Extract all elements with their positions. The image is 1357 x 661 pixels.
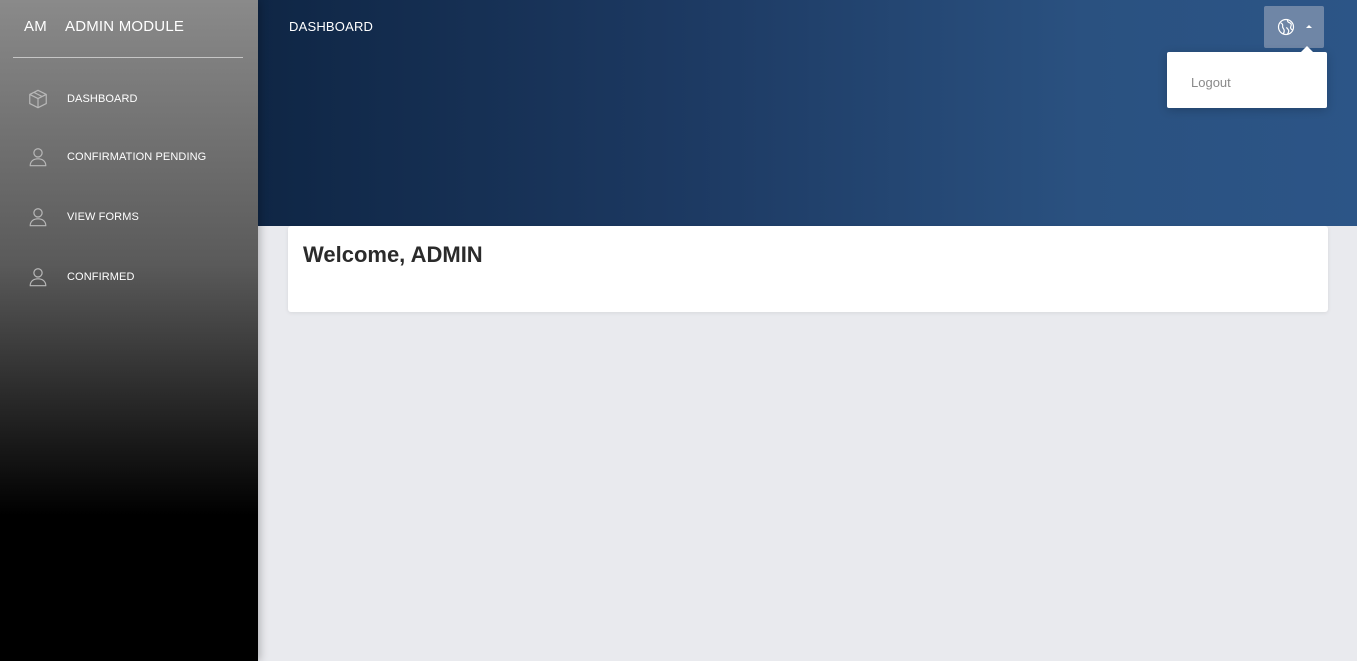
sidebar-item-view-forms[interactable]: VIEW FORMS (15, 193, 245, 243)
globe-icon (1277, 18, 1295, 36)
user-dropdown-menu: Logout (1167, 46, 1327, 108)
sidebar-item-label: CONFIRMATION PENDING (67, 151, 207, 163)
sidebar-item-dashboard[interactable]: DASHBOARD (15, 75, 245, 125)
cube-icon (29, 89, 47, 109)
sidebar-item-label: VIEW FORMS (67, 211, 139, 223)
sidebar-item-confirmation-pending[interactable]: CONFIRMATION PENDING (15, 133, 245, 183)
sidebar-item-confirmed[interactable]: CONFIRMED (15, 253, 245, 303)
brand-logo-mini[interactable]: AM (24, 18, 47, 35)
user-menu-button[interactable] (1264, 6, 1324, 48)
user-icon (29, 148, 47, 167)
welcome-heading: Welcome, ADMIN (303, 242, 483, 267)
chevron-up-icon (1306, 25, 1312, 28)
brand-name[interactable]: ADMIN MODULE (65, 18, 184, 35)
user-icon (29, 208, 47, 227)
top-header: DASHBOARD (258, 0, 1357, 226)
logout-link[interactable]: Logout (1191, 75, 1231, 90)
sidebar-item-label: DASHBOARD (67, 93, 138, 105)
sidebar-item-label: CONFIRMED (67, 271, 135, 283)
welcome-card: Welcome, ADMIN (288, 226, 1328, 312)
brand[interactable]: AM ADMIN MODULE (13, 0, 243, 58)
user-icon (29, 268, 47, 287)
sidebar: AM ADMIN MODULE DASHBOARD CONFIRMATION P… (0, 0, 258, 661)
page-title[interactable]: DASHBOARD (289, 19, 373, 34)
